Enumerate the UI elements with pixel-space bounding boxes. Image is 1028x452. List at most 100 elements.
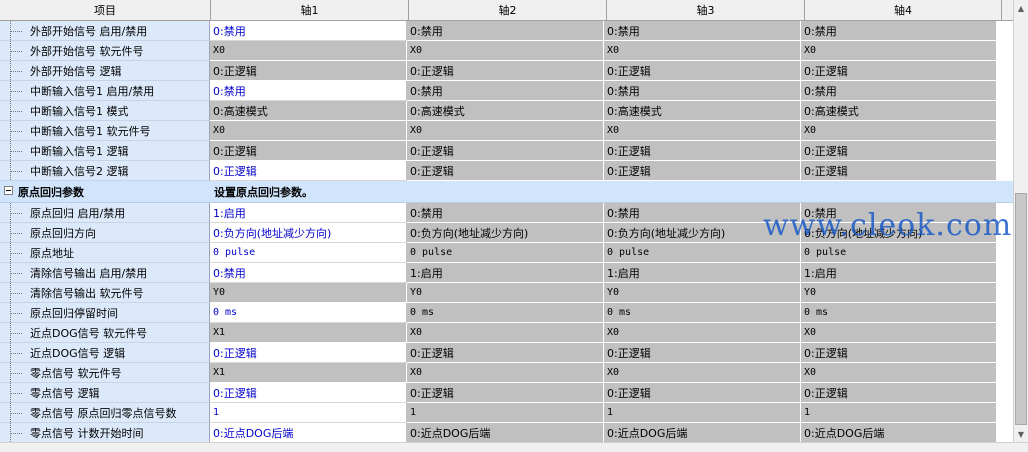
table-row[interactable]: 中断输入信号1 模式 0:高速模式 0:高速模式 0:高速模式 0:高速模式 xyxy=(0,101,1013,121)
value-cell-axis3[interactable]: 0:禁用 xyxy=(604,21,801,41)
table-row[interactable]: 零点信号 原点回归零点信号数 1 1 1 1 xyxy=(0,403,1013,423)
scrollbar-thumb[interactable] xyxy=(1015,193,1027,425)
value-cell-axis1[interactable]: X0 xyxy=(210,121,407,141)
table-row[interactable]: 中断输入信号1 启用/禁用 0:禁用 0:禁用 0:禁用 0:禁用 xyxy=(0,81,1013,101)
header-item[interactable]: 项目 xyxy=(0,0,211,20)
value-cell-axis4[interactable]: X0 xyxy=(801,41,997,61)
table-row[interactable]: 近点DOG信号 软元件号 X1 X0 X0 X0 xyxy=(0,323,1013,343)
value-cell-axis4[interactable]: 0:禁用 xyxy=(801,21,997,41)
value-cell-axis2[interactable]: 0:禁用 xyxy=(407,21,604,41)
value-cell-axis3[interactable]: 0:高速模式 xyxy=(604,101,801,121)
value-cell-axis2[interactable]: 0 pulse xyxy=(407,243,604,263)
value-cell-axis2[interactable]: X0 xyxy=(407,323,604,343)
table-row[interactable]: 中断输入信号1 逻辑 0:正逻辑 0:正逻辑 0:正逻辑 0:正逻辑 xyxy=(0,141,1013,161)
value-cell-axis4[interactable]: 0:正逻辑 xyxy=(801,61,997,81)
value-cell-axis2[interactable]: 0 ms xyxy=(407,303,604,323)
value-cell-axis2[interactable]: 0:负方向(地址减少方向) xyxy=(407,223,604,243)
value-cell-axis4[interactable]: X0 xyxy=(801,323,997,343)
value-cell-axis1[interactable]: 0:负方向(地址减少方向) xyxy=(210,223,407,243)
value-cell-axis4[interactable]: X0 xyxy=(801,363,997,383)
value-cell-axis2[interactable]: 0:正逻辑 xyxy=(407,161,604,181)
row-label-cell[interactable]: 原点地址 xyxy=(0,243,210,263)
value-cell-axis3[interactable]: 0:禁用 xyxy=(604,203,801,223)
value-cell-axis3[interactable]: X0 xyxy=(604,41,801,61)
value-cell-axis4[interactable]: 0 pulse xyxy=(801,243,997,263)
value-cell-axis4[interactable]: 1 xyxy=(801,403,997,423)
row-label-cell[interactable]: 零点信号 计数开始时间 xyxy=(0,423,210,443)
value-cell-axis1[interactable]: 0 ms xyxy=(210,303,407,323)
value-cell-axis1[interactable]: 0:高速模式 xyxy=(210,101,407,121)
value-cell-axis3[interactable]: 0:近点DOG后端 xyxy=(604,423,801,443)
row-label-cell[interactable]: 清除信号输出 启用/禁用 xyxy=(0,263,210,283)
value-cell-axis4[interactable]: 0:正逻辑 xyxy=(801,141,997,161)
table-row[interactable]: 清除信号输出 启用/禁用 0:禁用 1:启用 1:启用 1:启用 xyxy=(0,263,1013,283)
value-cell-axis1[interactable]: 0:禁用 xyxy=(210,21,407,41)
row-label-cell[interactable]: 近点DOG信号 软元件号 xyxy=(0,323,210,343)
value-cell-axis1[interactable]: 0:禁用 xyxy=(210,81,407,101)
value-cell-axis1[interactable]: 0:正逻辑 xyxy=(210,161,407,181)
value-cell-axis1[interactable]: X1 xyxy=(210,363,407,383)
value-cell-axis1[interactable]: X1 xyxy=(210,323,407,343)
value-cell-axis1[interactable]: X0 xyxy=(210,41,407,61)
value-cell-axis4[interactable]: Y0 xyxy=(801,283,997,303)
value-cell-axis2[interactable]: 0:禁用 xyxy=(407,81,604,101)
collapse-icon[interactable] xyxy=(4,186,13,195)
table-row[interactable]: 零点信号 计数开始时间 0:近点DOG后端 0:近点DOG后端 0:近点DOG后端 0:… xyxy=(0,423,1013,443)
value-cell-axis4[interactable]: 0:禁用 xyxy=(801,81,997,101)
table-row[interactable]: 中断输入信号2 逻辑 0:正逻辑 0:正逻辑 0:正逻辑 0:正逻辑 xyxy=(0,161,1013,181)
value-cell-axis4[interactable]: 0:正逻辑 xyxy=(801,383,997,403)
value-cell-axis3[interactable]: 0 pulse xyxy=(604,243,801,263)
header-axis2[interactable]: 轴2 xyxy=(409,0,607,20)
value-cell-axis4[interactable]: 0:正逻辑 xyxy=(801,343,997,363)
value-cell-axis2[interactable]: 0:正逻辑 xyxy=(407,61,604,81)
value-cell-axis1[interactable]: 1 xyxy=(210,403,407,423)
row-label-cell[interactable]: 中断输入信号2 逻辑 xyxy=(0,161,210,181)
row-label-cell[interactable]: 中断输入信号1 逻辑 xyxy=(0,141,210,161)
table-row[interactable]: 原点地址 0 pulse 0 pulse 0 pulse 0 pulse xyxy=(0,243,1013,263)
value-cell-axis1[interactable]: 0:正逻辑 xyxy=(210,141,407,161)
row-label-cell[interactable]: 外部开始信号 逻辑 xyxy=(0,61,210,81)
section-label-cell[interactable]: 原点回归参数 xyxy=(0,181,210,202)
value-cell-axis3[interactable]: X0 xyxy=(604,363,801,383)
value-cell-axis3[interactable]: 0:正逻辑 xyxy=(604,161,801,181)
row-label-cell[interactable]: 中断输入信号1 模式 xyxy=(0,101,210,121)
value-cell-axis1[interactable]: 0:正逻辑 xyxy=(210,61,407,81)
header-axis1[interactable]: 轴1 xyxy=(211,0,409,20)
value-cell-axis4[interactable]: 0:禁用 xyxy=(801,203,997,223)
table-row[interactable]: 原点回归方向 0:负方向(地址减少方向) 0:负方向(地址减少方向) 0:负方向(地址… xyxy=(0,223,1013,243)
row-label-cell[interactable]: 零点信号 逻辑 xyxy=(0,383,210,403)
row-label-cell[interactable]: 近点DOG信号 逻辑 xyxy=(0,343,210,363)
value-cell-axis1[interactable]: 1:启用 xyxy=(210,203,407,223)
value-cell-axis3[interactable]: Y0 xyxy=(604,283,801,303)
value-cell-axis1[interactable]: 0:正逻辑 xyxy=(210,343,407,363)
value-cell-axis2[interactable]: 1:启用 xyxy=(407,263,604,283)
value-cell-axis1[interactable]: 0:禁用 xyxy=(210,263,407,283)
value-cell-axis2[interactable]: 0:高速模式 xyxy=(407,101,604,121)
horizontal-scrollbar[interactable] xyxy=(0,442,1028,452)
value-cell-axis1[interactable]: 0:近点DOG后端 xyxy=(210,423,407,443)
value-cell-axis4[interactable]: 0:负方向(地址减少方向) xyxy=(801,223,997,243)
header-axis3[interactable]: 轴3 xyxy=(607,0,805,20)
value-cell-axis3[interactable]: 0:负方向(地址减少方向) xyxy=(604,223,801,243)
value-cell-axis3[interactable]: 0:正逻辑 xyxy=(604,383,801,403)
row-label-cell[interactable]: 中断输入信号1 启用/禁用 xyxy=(0,81,210,101)
value-cell-axis2[interactable]: X0 xyxy=(407,121,604,141)
value-cell-axis2[interactable]: 0:禁用 xyxy=(407,203,604,223)
row-label-cell[interactable]: 清除信号输出 软元件号 xyxy=(0,283,210,303)
value-cell-axis4[interactable]: 0:正逻辑 xyxy=(801,161,997,181)
value-cell-axis3[interactable]: 0:正逻辑 xyxy=(604,343,801,363)
value-cell-axis2[interactable]: X0 xyxy=(407,363,604,383)
row-label-cell[interactable]: 原点回归 启用/禁用 xyxy=(0,203,210,223)
row-label-cell[interactable]: 外部开始信号 启用/禁用 xyxy=(0,21,210,41)
table-row[interactable]: 原点回归停留时间 0 ms 0 ms 0 ms 0 ms xyxy=(0,303,1013,323)
value-cell-axis3[interactable]: 1 xyxy=(604,403,801,423)
value-cell-axis4[interactable]: X0 xyxy=(801,121,997,141)
value-cell-axis3[interactable]: 0 ms xyxy=(604,303,801,323)
value-cell-axis3[interactable]: X0 xyxy=(604,323,801,343)
table-row[interactable]: 零点信号 逻辑 0:正逻辑 0:正逻辑 0:正逻辑 0:正逻辑 xyxy=(0,383,1013,403)
value-cell-axis3[interactable]: 0:正逻辑 xyxy=(604,141,801,161)
value-cell-axis3[interactable]: X0 xyxy=(604,121,801,141)
table-row[interactable]: 外部开始信号 软元件号 X0 X0 X0 X0 xyxy=(0,41,1013,61)
scroll-down-icon[interactable]: ▼ xyxy=(1014,426,1028,442)
value-cell-axis2[interactable]: Y0 xyxy=(407,283,604,303)
